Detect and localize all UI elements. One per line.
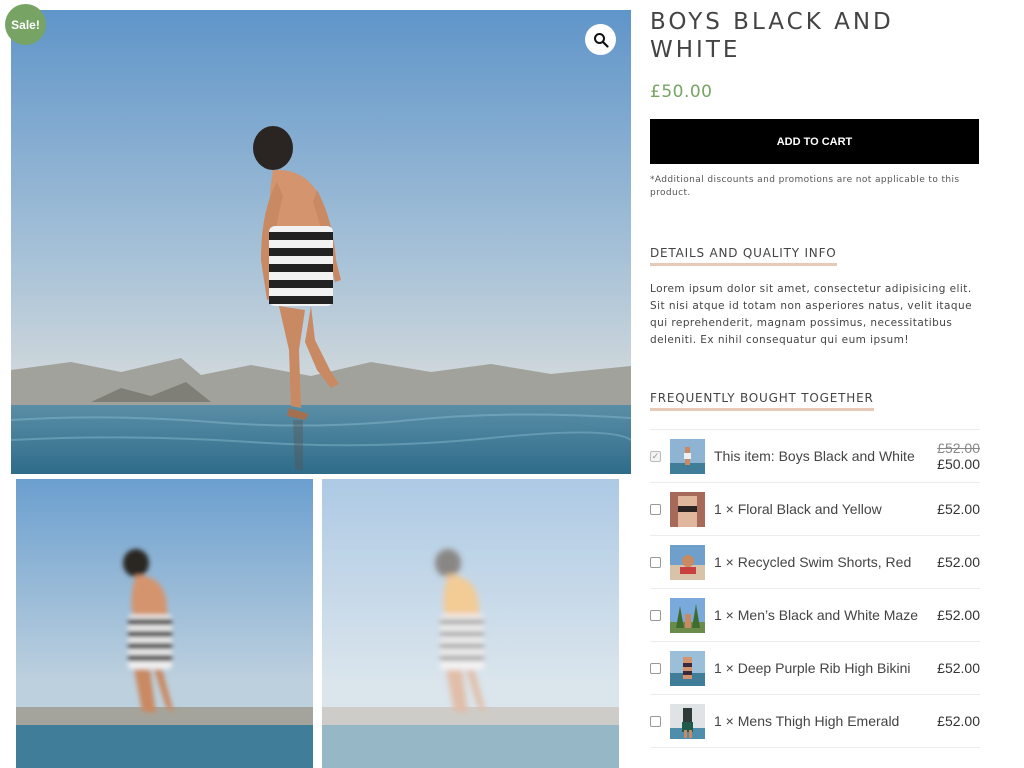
zoom-button[interactable] xyxy=(585,24,616,55)
add-to-cart-button[interactable]: ADD TO CART xyxy=(650,119,979,164)
product-thumbnail-image xyxy=(670,650,705,686)
gallery-thumbnail-2[interactable] xyxy=(322,479,619,768)
fbt-item-price: £52.00 £50.00 xyxy=(920,440,980,472)
fbt-item-sale-price: £50.00 xyxy=(937,456,980,472)
fbt-item-price: £52.00 xyxy=(937,607,980,623)
magnifier-icon xyxy=(593,32,609,48)
product-summary: BOYS BLACK AND WHITE £50.00 ADD TO CART … xyxy=(650,8,980,748)
fbt-item-checkbox[interactable] xyxy=(650,503,661,515)
fbt-item-checkbox[interactable] xyxy=(650,715,661,727)
fbt-item-checkbox[interactable] xyxy=(650,662,661,674)
fbt-item-old-price: £52.00 xyxy=(937,440,980,456)
fbt-item: 1 × Recycled Swim Shorts, Red £52.00 xyxy=(650,536,980,589)
thumbnail-photo xyxy=(16,479,313,768)
fbt-item-name: 1 × Recycled Swim Shorts, Red xyxy=(714,554,912,570)
sale-badge: Sale! xyxy=(5,4,46,45)
fbt-item-name: This item: Boys Black and White xyxy=(714,448,915,464)
product-thumbnail-image xyxy=(670,703,705,739)
details-text: Lorem ipsum dolor sit amet, consectetur … xyxy=(650,283,973,346)
main-product-image[interactable] xyxy=(11,10,631,474)
product-thumbnail-image xyxy=(670,491,705,527)
fbt-item-name: 1 × Deep Purple Rib High Bikini xyxy=(714,660,911,676)
main-product-photo xyxy=(11,10,631,474)
fbt-item-price: £52.00 xyxy=(937,713,980,729)
fbt-item-checkbox[interactable] xyxy=(650,556,661,568)
fbt-item-thumbnail xyxy=(670,491,705,527)
product-title: BOYS BLACK AND WHITE xyxy=(650,9,894,63)
fbt-item-name: 1 × Men’s Black and White Maze xyxy=(714,607,919,623)
fbt-item-name: 1 × Mens Thigh High Emerald xyxy=(714,713,900,729)
frequently-bought-list: ✓ This item: Boys Black and White £52.00… xyxy=(650,429,980,748)
fbt-item-thumbnail xyxy=(670,597,705,633)
fbt-item-checkbox[interactable]: ✓ xyxy=(650,450,661,462)
fbt-item-name: 1 × Floral Black and Yellow xyxy=(714,501,882,517)
fbt-item-price: £52.00 xyxy=(937,554,980,570)
fbt-item: 1 × Men’s Black and White Maze £52.00 xyxy=(650,589,980,642)
fbt-item: 1 × Floral Black and Yellow £52.00 xyxy=(650,483,980,536)
fbt-item: ✓ This item: Boys Black and White £52.00… xyxy=(650,430,980,483)
promo-disclaimer: *Additional discounts and promotions are… xyxy=(650,175,960,198)
fbt-item: 1 × Mens Thigh High Emerald £52.00 xyxy=(650,695,980,748)
fbt-item-thumbnail xyxy=(670,544,705,580)
frequently-bought-heading: FREQUENTLY BOUGHT TOGETHER xyxy=(650,391,874,411)
fbt-item-price: £52.00 xyxy=(937,501,980,517)
fbt-item-thumbnail xyxy=(670,438,705,474)
fbt-item-price: £52.00 xyxy=(937,660,980,676)
fbt-item-thumbnail xyxy=(670,703,705,739)
fbt-item-thumbnail xyxy=(670,650,705,686)
product-thumbnail-image xyxy=(670,438,705,474)
product-price: £50.00 xyxy=(650,82,713,102)
gallery-thumbnail-1[interactable] xyxy=(16,479,313,768)
product-thumbnail-image xyxy=(670,544,705,580)
fbt-item-checkbox[interactable] xyxy=(650,609,661,621)
product-thumbnail-image xyxy=(670,597,705,633)
fbt-item: 1 × Deep Purple Rib High Bikini £52.00 xyxy=(650,642,980,695)
thumbnail-photo xyxy=(322,479,619,768)
details-heading: DETAILS AND QUALITY INFO xyxy=(650,246,837,266)
